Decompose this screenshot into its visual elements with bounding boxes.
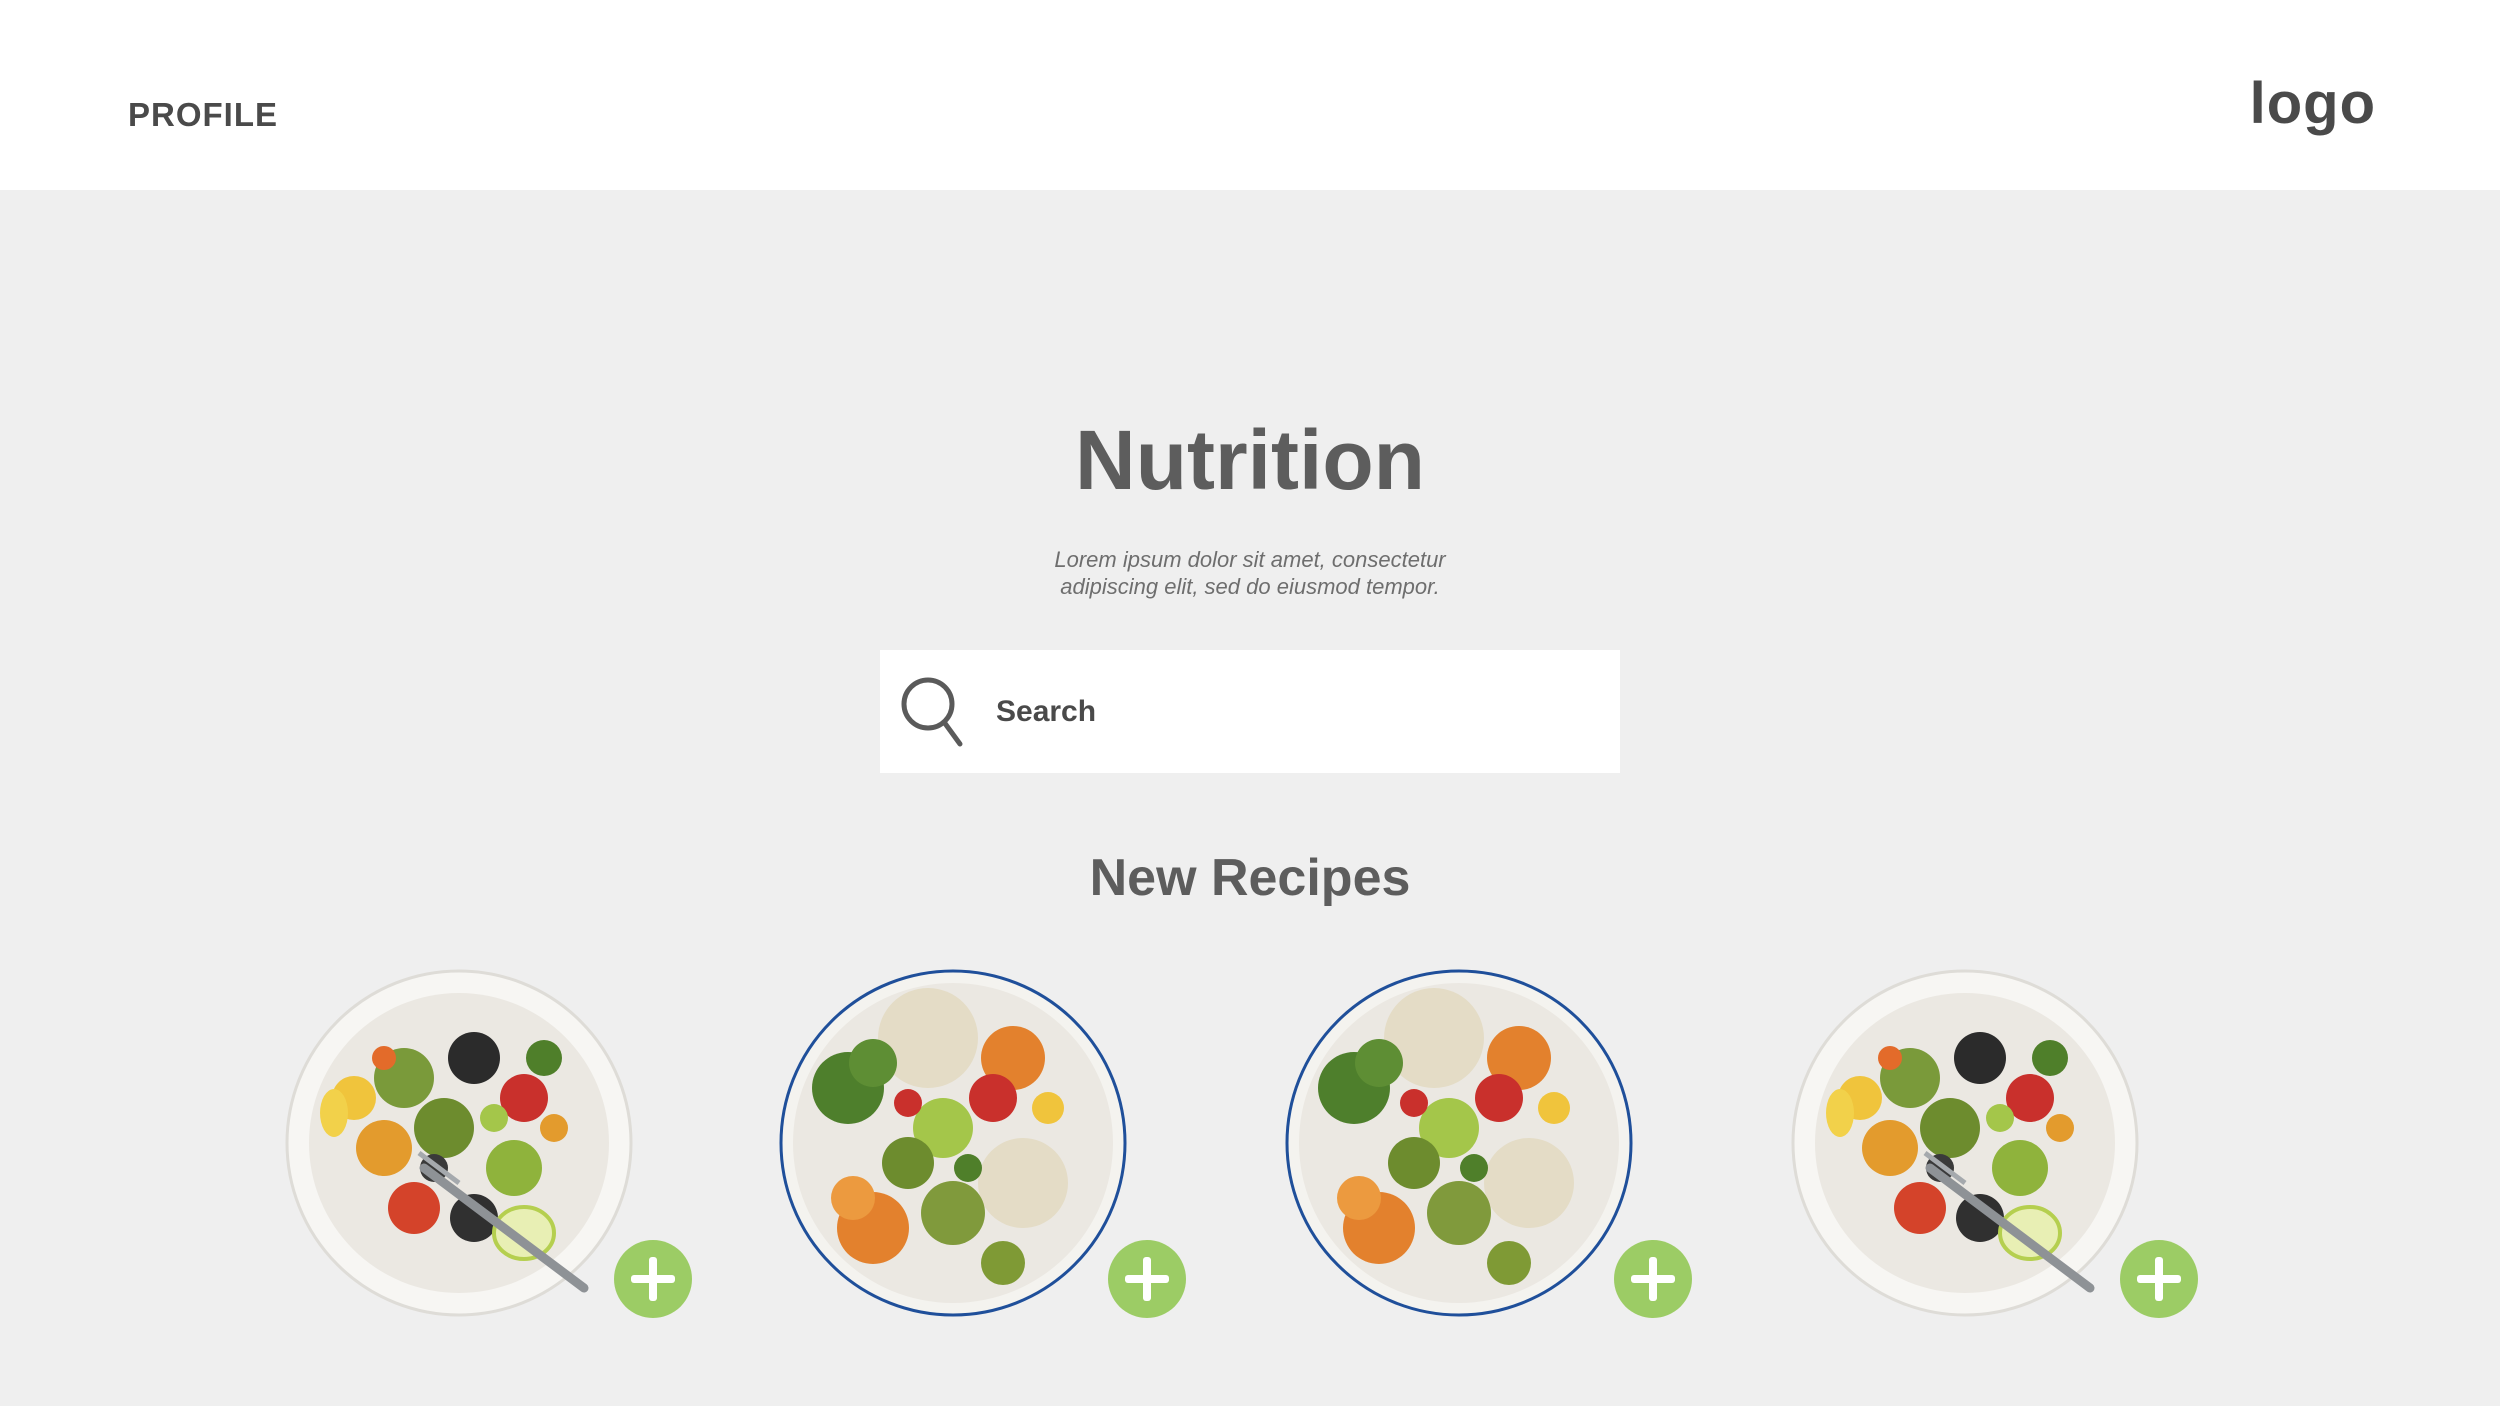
subtitle-line-2: adipiscing elit, sed do eiusmod tempor. — [1060, 574, 1440, 599]
recipe-card[interactable] — [1284, 968, 1704, 1348]
recipe-card[interactable] — [778, 968, 1198, 1348]
search-icon — [901, 677, 963, 747]
search-bar[interactable] — [880, 650, 1620, 773]
logo[interactable]: logo — [2250, 70, 2376, 137]
page-title: Nutrition — [1075, 413, 1425, 507]
add-recipe-button[interactable] — [614, 1240, 692, 1318]
new-recipes-heading: New Recipes — [1089, 849, 1411, 907]
recipe-image[interactable] — [1790, 968, 2140, 1318]
top-header: PROFILE logo — [0, 0, 2500, 190]
recipe-image[interactable] — [778, 968, 1128, 1318]
recipe-image[interactable] — [1284, 968, 1634, 1318]
page-subtitle: Lorem ipsum dolor sit amet, consectetur … — [950, 546, 1550, 600]
recipe-card[interactable] — [1790, 968, 2210, 1348]
profile-link[interactable]: PROFILE — [128, 96, 278, 134]
recipe-card[interactable] — [284, 968, 704, 1348]
add-recipe-button[interactable] — [1108, 1240, 1186, 1318]
add-recipe-button[interactable] — [1614, 1240, 1692, 1318]
subtitle-line-1: Lorem ipsum dolor sit amet, consectetur — [1054, 547, 1446, 572]
search-input[interactable] — [994, 680, 1598, 744]
add-recipe-button[interactable] — [2120, 1240, 2198, 1318]
recipe-image[interactable] — [284, 968, 634, 1318]
